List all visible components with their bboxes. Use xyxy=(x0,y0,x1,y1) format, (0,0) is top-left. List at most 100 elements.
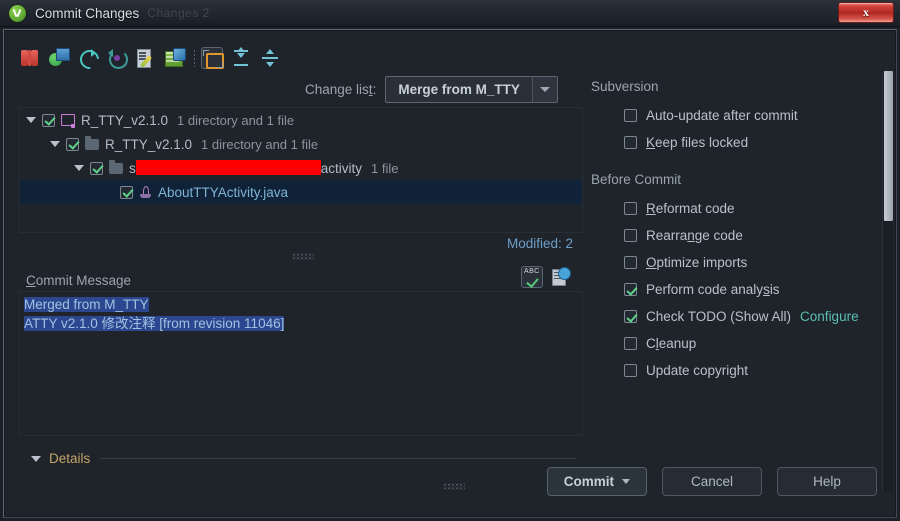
option-label: Optimize imports xyxy=(646,255,748,270)
table-row[interactable]: R_TTY_v2.1.0 1 directory and 1 file xyxy=(20,108,582,132)
option-label: Cleanup xyxy=(646,336,697,351)
commit-message-input[interactable]: Merged from M_TTY ATTY v2.1.0 修改注释 [from… xyxy=(19,291,583,436)
option-auto-update-after-commit[interactable]: Auto-update after commit xyxy=(591,102,879,129)
option-label: Keep files locked xyxy=(646,135,749,150)
option-cleanup[interactable]: Cleanup xyxy=(591,330,879,357)
redaction-bar xyxy=(135,160,321,175)
show-diff-icon[interactable] xyxy=(19,47,41,69)
commit-button[interactable]: Commit xyxy=(546,467,647,496)
triangle-down-icon[interactable] xyxy=(74,165,84,171)
details-section[interactable]: Details xyxy=(31,451,576,466)
checkbox[interactable] xyxy=(624,202,637,215)
option-perform-code-analysis[interactable]: Perform code analysis xyxy=(591,276,879,303)
update-directory-icon[interactable] xyxy=(164,47,186,69)
table-row[interactable]: AboutTTYActivity.java xyxy=(20,180,582,204)
expand-all-icon[interactable] xyxy=(230,47,252,69)
tree-node-name: R_TTY_v2.1.0 xyxy=(81,112,169,128)
checkbox[interactable] xyxy=(624,136,637,149)
scrollbar-thumb[interactable] xyxy=(884,71,893,221)
row-checkbox[interactable] xyxy=(66,137,79,151)
tree-node-meta: 1 directory and 1 file xyxy=(201,136,319,152)
commit-message-line: ATTY v2.1.0 修改注释 [from revision 11046] xyxy=(24,316,285,331)
options-group-title-before-commit: Before Commit xyxy=(591,172,682,187)
option-label: Update copyright xyxy=(646,363,749,378)
checkbox[interactable] xyxy=(624,310,637,323)
options-scrollbar[interactable] xyxy=(882,71,893,491)
tree-node-meta: 1 directory and 1 file xyxy=(177,112,295,128)
option-update-copyright[interactable]: Update copyright xyxy=(591,357,879,384)
details-label: Details xyxy=(49,451,91,466)
checkbox[interactable] xyxy=(624,109,637,122)
option-label: Rearrange code xyxy=(646,228,743,243)
option-keep-files-locked[interactable]: Keep files locked xyxy=(591,129,879,156)
toolbar-separator xyxy=(194,49,195,67)
window-title-bar: Commit Changes Changes 2 x xyxy=(0,0,900,27)
table-row[interactable]: R_TTY_v2.1.0 1 directory and 1 file xyxy=(20,132,582,156)
window-title-ghost: Changes 2 xyxy=(147,6,210,20)
option-label: Check TODO (Show All) xyxy=(646,309,792,324)
chevron-down-icon[interactable] xyxy=(622,479,630,484)
changes-tree[interactable]: R_TTY_v2.1.0 1 directory and 1 file R_TT… xyxy=(19,107,583,233)
close-window-button[interactable]: x xyxy=(838,2,894,23)
options-panel: Subversion Auto-update after commit Keep… xyxy=(591,79,879,419)
triangle-down-icon[interactable] xyxy=(50,141,60,147)
group-by-directory-icon[interactable] xyxy=(201,47,224,69)
tree-node-meta: 1 file xyxy=(371,160,399,176)
help-button-label: Help xyxy=(813,474,841,489)
checkbox[interactable] xyxy=(624,229,637,242)
folder-icon xyxy=(109,159,123,174)
window-title: Commit Changes xyxy=(35,5,140,21)
commit-message-line: Merged from M_TTY xyxy=(24,297,149,312)
option-optimize-imports[interactable]: Optimize imports xyxy=(591,249,879,276)
abc-text: ABC xyxy=(524,268,540,275)
row-checkbox[interactable] xyxy=(120,185,133,199)
commit-changes-dialog: Commit Changes Changes 2 x Change list: … xyxy=(0,0,900,521)
table-row[interactable]: s activity 1 file xyxy=(20,156,582,180)
commit-message-label: Commit Message xyxy=(26,273,132,288)
row-checkbox[interactable] xyxy=(90,161,103,175)
dialog-frame: Change list: Merge from M_TTY R_TTY_v2.1… xyxy=(3,29,897,518)
checkbox[interactable] xyxy=(624,337,637,350)
checkbox[interactable] xyxy=(624,283,637,296)
option-label: Reformat code xyxy=(646,201,735,216)
splitter-handle[interactable] xyxy=(292,253,314,260)
spellcheck-icon[interactable]: ABC xyxy=(521,266,543,288)
collapse-all-icon[interactable] xyxy=(259,47,281,69)
changelist-icon xyxy=(61,114,75,128)
details-divider xyxy=(100,458,576,459)
commit-message-toolbar: ABC xyxy=(521,266,571,288)
option-reformat-code[interactable]: Reformat code xyxy=(591,195,879,222)
configure-link[interactable]: Configure xyxy=(800,309,859,324)
chevron-down-icon[interactable] xyxy=(531,77,557,102)
refresh-icon[interactable] xyxy=(77,47,99,69)
options-group-title-subversion: Subversion xyxy=(591,79,659,94)
checkbox[interactable] xyxy=(624,364,637,377)
details-splitter-handle[interactable] xyxy=(443,483,465,490)
commit-button-label: Commit xyxy=(563,474,614,489)
option-check-todo[interactable]: Check TODO (Show All) Configure xyxy=(591,303,879,330)
cancel-button-label: Cancel xyxy=(690,474,734,489)
option-rearrange-code[interactable]: Rearrange code xyxy=(591,222,879,249)
modified-count-label: Modified: 2 xyxy=(506,236,573,251)
triangle-down-icon[interactable] xyxy=(26,117,36,123)
close-icon: x xyxy=(863,5,869,19)
changes-toolbar xyxy=(19,43,585,73)
java-file-icon xyxy=(139,185,152,199)
checkbox[interactable] xyxy=(624,256,637,269)
cancel-button[interactable]: Cancel xyxy=(662,467,762,496)
tree-node-name: AboutTTYActivity.java xyxy=(158,184,289,200)
dialog-content: Change list: Merge from M_TTY R_TTY_v2.1… xyxy=(5,31,895,516)
revert-icon[interactable] xyxy=(106,47,128,69)
move-to-changelist-icon[interactable] xyxy=(48,47,70,69)
tree-node-name: s activity xyxy=(129,160,363,176)
help-button[interactable]: Help xyxy=(777,467,877,496)
triangle-down-icon[interactable] xyxy=(31,455,41,462)
edit-source-icon[interactable] xyxy=(135,47,157,69)
option-label: Auto-update after commit xyxy=(646,108,798,123)
folder-icon xyxy=(85,135,99,150)
changelist-dropdown[interactable]: Merge from M_TTY xyxy=(385,76,558,103)
commit-history-icon[interactable] xyxy=(551,267,571,287)
row-checkbox[interactable] xyxy=(42,113,55,127)
dialog-buttons: Commit Cancel Help xyxy=(546,467,877,496)
changelist-label: Change list: xyxy=(305,82,377,97)
